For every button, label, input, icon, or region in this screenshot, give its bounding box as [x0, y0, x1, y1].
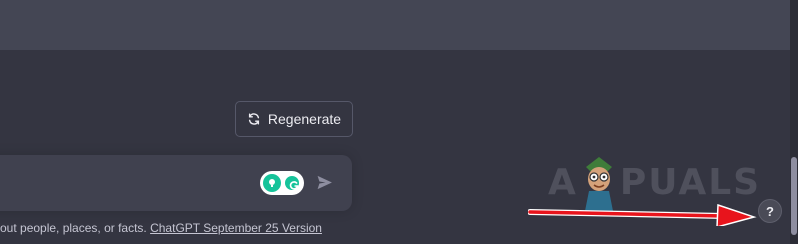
grammarly-widget[interactable] — [260, 171, 304, 195]
watermark-letters-puals: PUALS — [619, 161, 762, 203]
watermark-letter-a: A — [548, 161, 578, 203]
scrollbar-thumb[interactable] — [791, 157, 797, 235]
message-input[interactable] — [0, 155, 352, 211]
previous-message-panel — [0, 0, 790, 50]
grammarly-icon[interactable] — [283, 174, 301, 192]
regenerate-button[interactable]: Regenerate — [235, 101, 353, 137]
scrollbar[interactable] — [790, 0, 798, 244]
red-annotation-arrow — [528, 203, 757, 226]
regenerate-label: Regenerate — [267, 111, 342, 127]
disclaimer: out people, places, or facts. ChatGPT Se… — [0, 220, 322, 236]
disclaimer-text: out people, places, or facts. — [0, 221, 151, 235]
send-icon[interactable] — [316, 174, 333, 191]
version-link[interactable]: ChatGPT September 25 Version — [150, 221, 322, 235]
refresh-icon — [248, 113, 259, 125]
help-button[interactable]: ? — [758, 199, 782, 223]
grammarly-tip-icon[interactable] — [263, 174, 281, 192]
